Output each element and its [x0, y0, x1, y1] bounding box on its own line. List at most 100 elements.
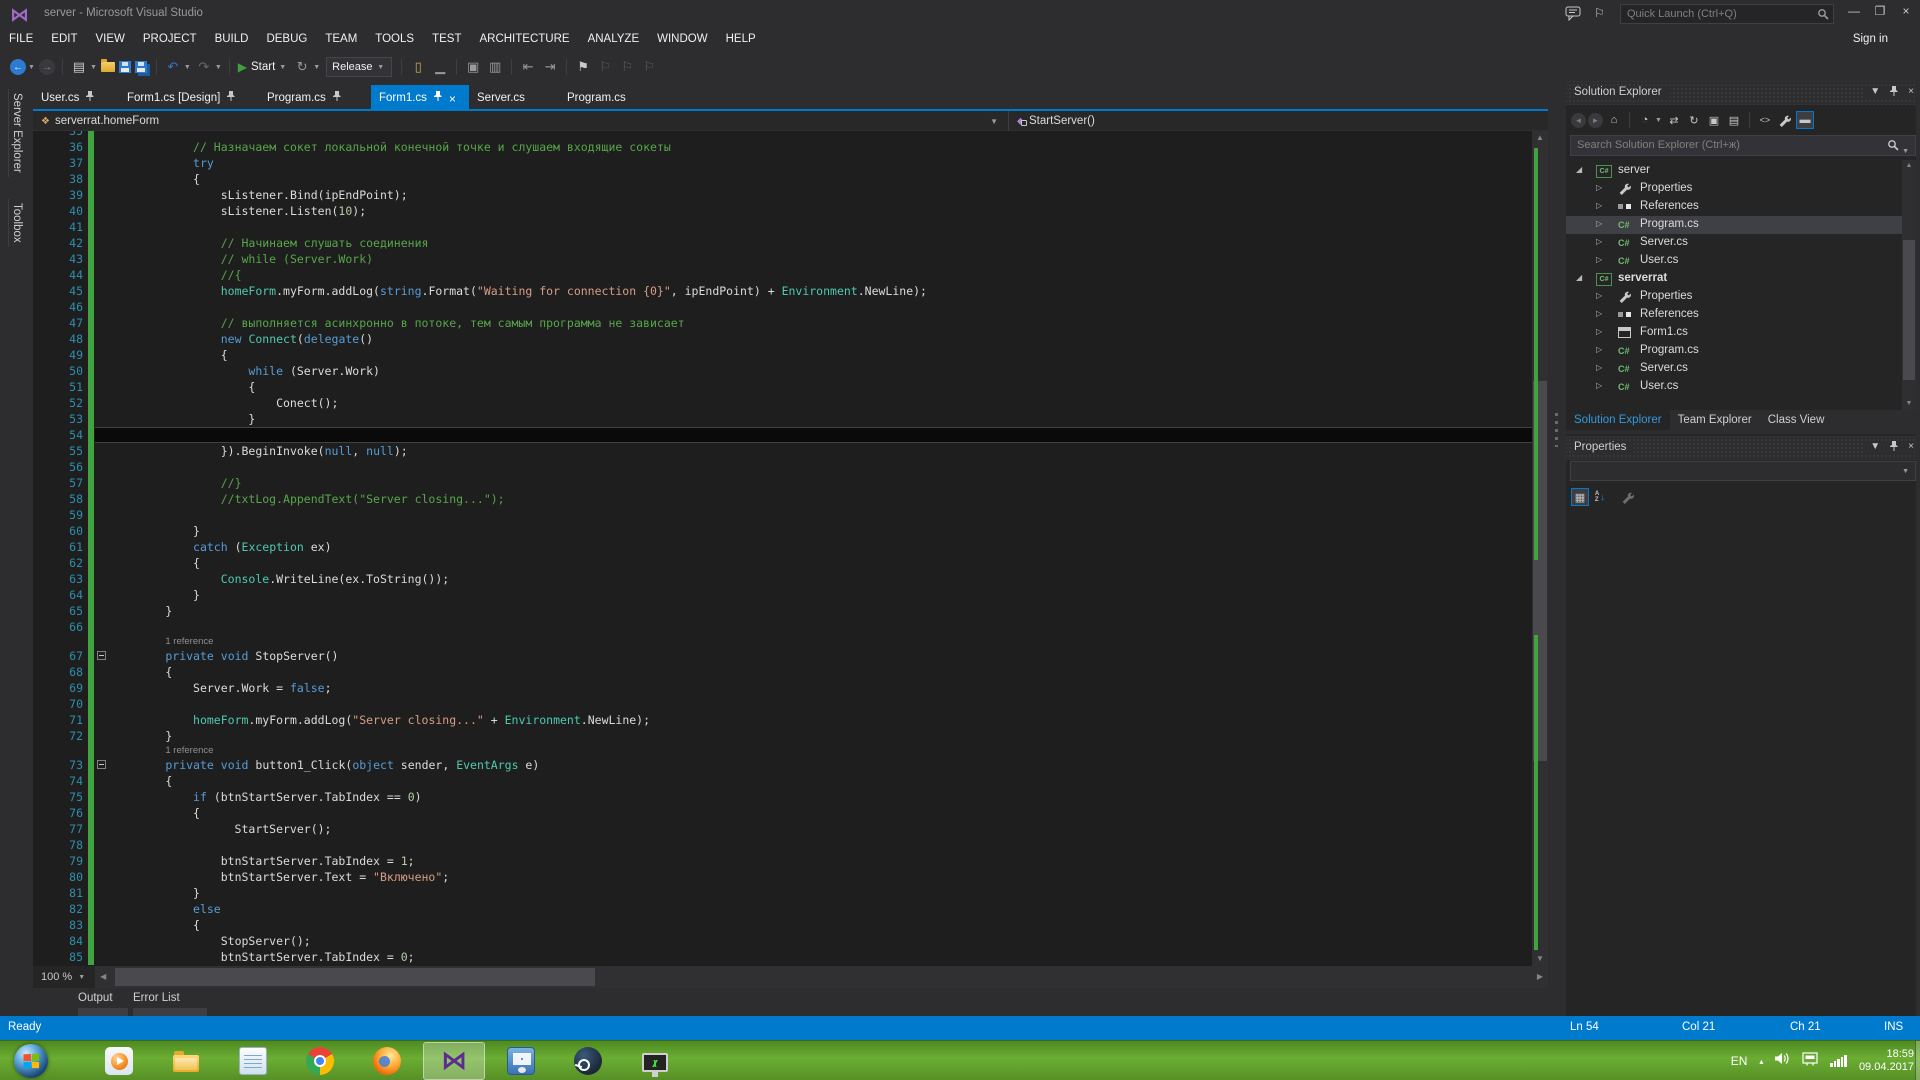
save-all-icon[interactable]	[135, 61, 147, 73]
collapsed-arrow-icon[interactable]: ▷	[1596, 291, 1602, 300]
categorized-icon[interactable]: ▦	[1571, 488, 1589, 506]
tree-item-server-cs[interactable]: ▷C#Server.cs	[1566, 360, 1902, 378]
collapsed-arrow-icon[interactable]: ▷	[1596, 219, 1602, 228]
code-line[interactable]: 60}	[33, 523, 1548, 539]
tab-program-cs[interactable]: Program.cs	[259, 85, 359, 109]
language-indicator[interactable]: EN	[1731, 1054, 1748, 1068]
code-line[interactable]: 57//}	[33, 475, 1548, 491]
chevron-down-icon[interactable]: ▼	[313, 64, 320, 71]
menu-item-project[interactable]: PROJECT	[134, 28, 206, 53]
collapsed-arrow-icon[interactable]: ▷	[1596, 345, 1602, 354]
tool-tab-class-view[interactable]: Class View	[1760, 410, 1833, 430]
menu-item-build[interactable]: BUILD	[206, 28, 258, 53]
tree-item-program-cs[interactable]: ▷C#Program.cs	[1566, 342, 1902, 360]
code-line[interactable]: 53}	[33, 411, 1548, 427]
code-line[interactable]: 55}).BeginInvoke(null, null);	[33, 443, 1548, 459]
scroll-down-icon[interactable]: ▼	[1902, 398, 1916, 410]
menu-item-analyze[interactable]: ANALYZE	[579, 28, 649, 53]
code-line[interactable]: 69Server.Work = false;	[33, 680, 1548, 696]
code-line[interactable]: 61catch (Exception ex)	[33, 539, 1548, 555]
tree-item-form1-cs[interactable]: ▷Form1.cs	[1566, 324, 1902, 342]
attach-process-icon[interactable]: ▯	[409, 58, 427, 76]
nav-forward-icon[interactable]: →	[39, 59, 55, 75]
indent-decrease-icon[interactable]: ⇤	[519, 58, 537, 76]
alphabetical-sort-icon[interactable]: AZ↓	[1591, 488, 1609, 506]
chevron-down-icon[interactable]: ▼	[1870, 86, 1880, 99]
menu-item-window[interactable]: WINDOW	[648, 28, 716, 53]
collapsed-arrow-icon[interactable]: ▷	[1596, 309, 1602, 318]
menu-item-tools[interactable]: TOOLS	[366, 28, 423, 53]
code-line[interactable]: 78	[33, 837, 1548, 853]
code-line[interactable]: 82else	[33, 901, 1548, 917]
menu-item-test[interactable]: TEST	[423, 28, 470, 53]
taskbar-button-system-monitor[interactable]	[624, 1042, 686, 1080]
close-icon[interactable]: ×	[1908, 441, 1914, 454]
tool-tab-team-explorer[interactable]: Team Explorer	[1670, 410, 1760, 430]
chevron-down-icon[interactable]: ▼	[215, 64, 222, 71]
code-line[interactable]: 72}	[33, 728, 1548, 744]
code-line[interactable]: 66	[33, 619, 1548, 635]
undo-icon[interactable]: ↶	[164, 58, 182, 76]
show-all-files-icon[interactable]: ▤	[1725, 111, 1743, 129]
properties-wrench-icon[interactable]	[1776, 111, 1794, 129]
code-line[interactable]: 59	[33, 507, 1548, 523]
property-pages-icon[interactable]	[1618, 488, 1636, 506]
panel-tab-error-list[interactable]: Error List	[133, 992, 180, 1004]
collapsed-arrow-icon[interactable]: ▷	[1596, 237, 1602, 246]
collapsed-arrow-icon[interactable]: ▷	[1596, 381, 1602, 390]
collapse-all-icon[interactable]: ▣	[1705, 111, 1723, 129]
tree-item-program-cs[interactable]: ▷C#Program.cs	[1566, 216, 1902, 234]
taskbar-button-notepad[interactable]	[222, 1042, 284, 1080]
menu-item-help[interactable]: HELP	[717, 28, 765, 53]
taskbar-button-device-manager[interactable]	[490, 1042, 552, 1080]
tree-item-user-cs[interactable]: ▷C#User.cs	[1566, 252, 1902, 270]
code-line[interactable]: 79btnStartServer.TabIndex = 1;	[33, 853, 1548, 869]
tool-tab-solution-explorer[interactable]: Solution Explorer	[1566, 410, 1670, 430]
chevron-down-icon[interactable]: ▼	[1655, 117, 1662, 124]
collapsed-arrow-icon[interactable]: ▷	[1596, 201, 1602, 210]
pending-changes-filter-icon[interactable]: ◔	[1636, 111, 1654, 129]
code-line[interactable]: 85btnStartServer.TabIndex = 0;	[33, 949, 1548, 965]
redo-icon[interactable]: ↷	[195, 58, 213, 76]
tray-expand-icon[interactable]: ▴	[1759, 1057, 1763, 1066]
code-line[interactable]: 74{	[33, 773, 1548, 789]
close-icon[interactable]: ×	[1908, 86, 1914, 99]
code-line[interactable]: 45homeForm.myForm.addLog(string.Format("…	[33, 283, 1548, 299]
menu-item-edit[interactable]: EDIT	[42, 28, 86, 53]
new-project-icon[interactable]: ▤	[70, 58, 88, 76]
scroll-right-icon[interactable]: ▶	[1532, 966, 1548, 988]
panel-splitter[interactable]	[1548, 81, 1566, 1016]
code-line[interactable]: 83{	[33, 917, 1548, 933]
code-line[interactable]: 51{	[33, 379, 1548, 395]
code-line[interactable]: 46	[33, 299, 1548, 315]
code-line[interactable]: 76{	[33, 805, 1548, 821]
code-line[interactable]: 80btnStartServer.Text = "Включено";	[33, 869, 1548, 885]
find-symbol-icon[interactable]: ▣	[464, 58, 482, 76]
codelens-row[interactable]: 1 reference	[33, 744, 1548, 757]
tree-item-properties[interactable]: ▷Properties	[1566, 288, 1902, 306]
menu-item-team[interactable]: TEAM	[316, 28, 366, 53]
home-icon[interactable]: ⌂	[1605, 111, 1623, 129]
tab-program-cs[interactable]: Program.cs	[559, 85, 639, 109]
solution-explorer-search-input[interactable]: Search Solution Explorer (Ctrl+ж) ▼	[1570, 135, 1916, 156]
codelens-references[interactable]: 1 reference	[165, 745, 213, 757]
code-editor[interactable]: 3536// Назначаем сокет локальной конечно…	[33, 131, 1548, 966]
nav-back-icon[interactable]: ←	[10, 59, 26, 75]
taskbar-button-visual-studio[interactable]: ⋈	[423, 1042, 485, 1080]
tree-item-serverrat[interactable]: ◢C#serverrat	[1566, 270, 1902, 288]
code-line[interactable]: 75if (btnStartServer.TabIndex == 0)	[33, 789, 1548, 805]
close-icon[interactable]: ×	[449, 94, 456, 104]
member-dropdown[interactable]: ⬥ StartServer()	[1008, 111, 1548, 131]
tree-scrollbar[interactable]: ▲ ▼	[1902, 160, 1916, 410]
refresh-icon[interactable]: ↻	[1685, 111, 1703, 129]
code-line[interactable]: 44//{	[33, 267, 1548, 283]
code-line[interactable]: 67private void StopServer()	[33, 648, 1548, 664]
tree-item-references[interactable]: ▷References	[1566, 198, 1902, 216]
save-icon[interactable]	[119, 61, 131, 73]
code-line[interactable]: 54	[33, 427, 1548, 443]
chevron-down-icon[interactable]: ▼	[184, 64, 191, 71]
view-code-icon[interactable]: <>	[1756, 111, 1774, 129]
code-line[interactable]: 38{	[33, 171, 1548, 187]
code-line[interactable]: 62{	[33, 555, 1548, 571]
code-line[interactable]: 41	[33, 219, 1548, 235]
